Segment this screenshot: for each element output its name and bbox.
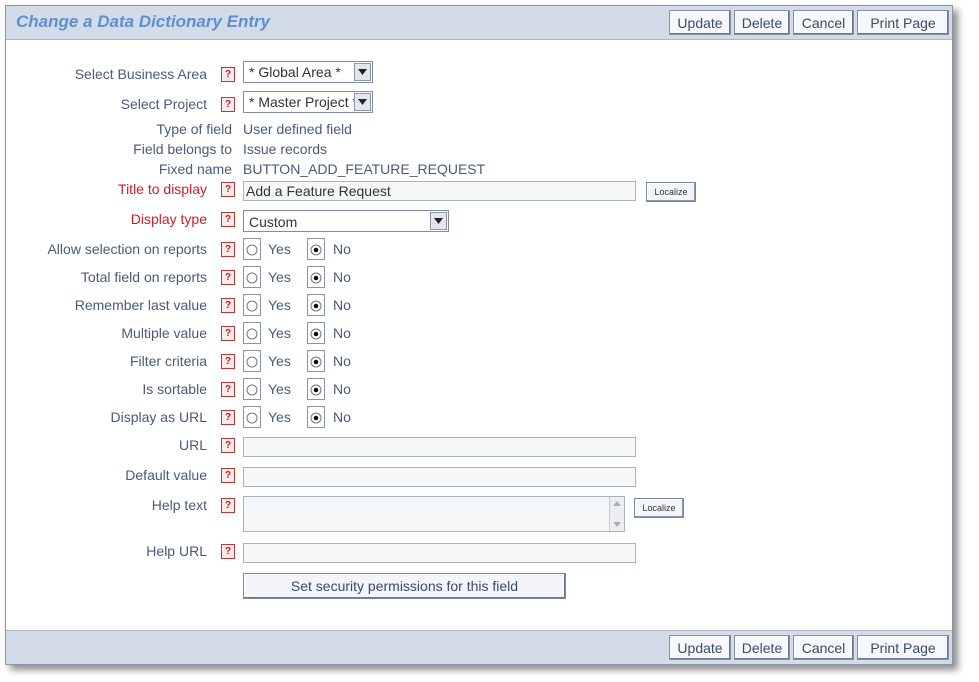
radio-no-label: No (333, 381, 351, 397)
business-area-select[interactable]: * Global Area * (243, 61, 373, 83)
radio-no[interactable] (307, 294, 325, 316)
radio-yes-label: Yes (268, 353, 291, 369)
help-icon[interactable]: ? (221, 182, 235, 197)
help-icon[interactable]: ? (221, 544, 235, 559)
radio-yes-label: Yes (268, 269, 291, 285)
project-value: * Master Project * (249, 94, 358, 110)
radio-row-label: Display as URL (110, 409, 207, 425)
radio-no-label: No (333, 241, 351, 257)
display-type-select[interactable]: Custom (243, 210, 449, 232)
radio-row-label: Filter criteria (129, 353, 207, 369)
radio-yes[interactable] (243, 406, 261, 428)
help-icon[interactable]: ? (221, 67, 235, 82)
help-icon[interactable]: ? (221, 354, 235, 369)
radio-row-label: Remember last value (74, 297, 207, 313)
field-belongs-to-label: Field belongs to (133, 141, 232, 157)
radio-yes-label: Yes (268, 325, 291, 341)
help-icon[interactable]: ? (221, 270, 235, 285)
help-icon[interactable]: ? (221, 410, 235, 425)
radio-yes[interactable] (243, 378, 261, 400)
help-url-label: Help URL (146, 543, 207, 559)
dialog-frame: Change a Data Dictionary Entry Update De… (5, 5, 953, 665)
radio-no-label: No (333, 353, 351, 369)
help-url-input[interactable] (243, 543, 636, 563)
print-page-button[interactable]: Print Page (857, 10, 949, 35)
project-select[interactable]: * Master Project * (243, 91, 373, 113)
fixed-name-label: Fixed name (158, 161, 232, 177)
radio-no-label: No (333, 297, 351, 313)
help-icon[interactable]: ? (221, 468, 235, 483)
fixed-name-value: BUTTON_ADD_FEATURE_REQUEST (243, 161, 486, 177)
page-title: Change a Data Dictionary Entry (16, 12, 271, 31)
title-to-display-label: Title to display (118, 181, 207, 197)
field-belongs-to-value: Issue records (243, 141, 328, 157)
radio-yes-label: Yes (268, 381, 291, 397)
radio-no-label: No (333, 409, 351, 425)
radio-yes[interactable] (243, 322, 261, 344)
display-type-value: Custom (249, 214, 298, 230)
cancel-button[interactable]: Cancel (793, 635, 854, 660)
cancel-button[interactable]: Cancel (793, 10, 854, 35)
radio-no[interactable] (307, 350, 325, 372)
display-type-label: Display type (130, 211, 207, 227)
set-security-permissions-button[interactable]: Set security permissions for this field (243, 573, 566, 599)
help-icon[interactable]: ? (221, 242, 235, 257)
help-icon[interactable]: ? (221, 438, 235, 453)
radio-row-label: Multiple value (121, 325, 207, 341)
business-area-value: * Global Area * (249, 64, 341, 80)
help-icon[interactable]: ? (221, 298, 235, 313)
type-of-field-value: User defined field (243, 121, 352, 137)
chevron-down-icon[interactable] (354, 93, 371, 111)
radio-yes[interactable] (243, 294, 261, 316)
radio-yes-label: Yes (268, 297, 291, 313)
radio-no[interactable] (307, 406, 325, 428)
radio-row-label: Allow selection on reports (47, 241, 207, 257)
title-to-display-value: Add a Feature Request (246, 183, 391, 199)
radio-yes-label: Yes (268, 409, 291, 425)
type-of-field-label: Type of field (156, 121, 233, 137)
delete-button[interactable]: Delete (734, 635, 790, 660)
help-icon[interactable]: ? (221, 498, 235, 513)
default-value-input[interactable] (243, 467, 636, 487)
help-icon[interactable]: ? (221, 382, 235, 397)
radio-no-label: No (333, 325, 351, 341)
radio-no[interactable] (307, 238, 325, 260)
help-icon[interactable]: ? (221, 326, 235, 341)
chevron-down-icon[interactable] (430, 212, 447, 230)
radio-yes[interactable] (243, 238, 261, 260)
scrollbar[interactable] (609, 497, 624, 531)
default-value-label: Default value (125, 467, 207, 483)
title-to-display-input[interactable]: Add a Feature Request (243, 181, 636, 201)
header-bar: Change a Data Dictionary Entry Update De… (6, 6, 952, 40)
help-icon[interactable]: ? (221, 212, 235, 227)
print-page-button[interactable]: Print Page (857, 635, 949, 660)
radio-no-label: No (333, 269, 351, 285)
chevron-down-icon[interactable] (354, 63, 371, 81)
update-button[interactable]: Update (669, 10, 731, 35)
radio-row-label: Is sortable (142, 381, 207, 397)
url-label: URL (178, 437, 207, 453)
project-label: Select Project (120, 96, 207, 112)
help-text-textarea[interactable] (243, 496, 625, 532)
url-input[interactable] (243, 437, 636, 457)
footer-bar: Update Delete Cancel Print Page (6, 630, 952, 664)
radio-yes[interactable] (243, 350, 261, 372)
radio-no[interactable] (307, 266, 325, 288)
radio-no[interactable] (307, 378, 325, 400)
radio-no[interactable] (307, 322, 325, 344)
localize-title-button[interactable]: Localize (646, 182, 696, 202)
radio-yes[interactable] (243, 266, 261, 288)
localize-help-text-button[interactable]: Localize (634, 498, 684, 518)
radio-row-label: Total field on reports (80, 269, 207, 285)
help-icon[interactable]: ? (221, 97, 235, 112)
help-text-label: Help text (151, 497, 207, 513)
business-area-label: Select Business Area (74, 66, 207, 82)
radio-yes-label: Yes (268, 241, 291, 257)
delete-button[interactable]: Delete (734, 10, 790, 35)
update-button[interactable]: Update (669, 635, 731, 660)
